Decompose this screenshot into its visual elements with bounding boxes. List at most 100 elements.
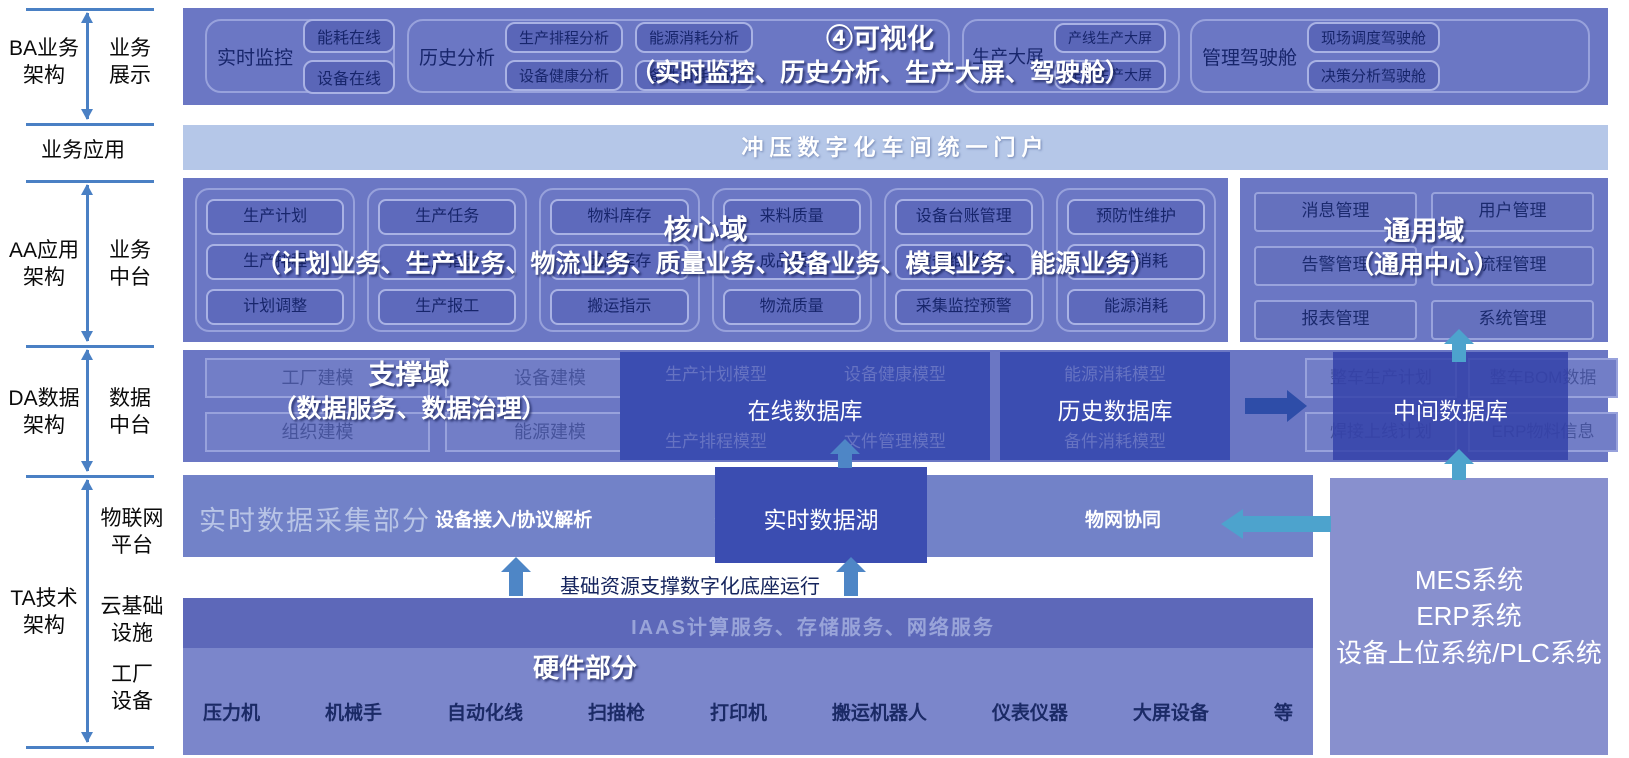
- core-item: 生产计划: [206, 199, 344, 235]
- hardware-item: 打印机: [710, 698, 767, 725]
- core-item: 采集监控预警: [895, 289, 1033, 325]
- unified-portal-bar: 冲压数字化车间统一门户: [183, 125, 1608, 170]
- core-item: 搬运指示: [550, 289, 688, 325]
- model-box-factory: 工厂建模: [205, 358, 430, 398]
- realtime-data-lake-box: 实时数据湖: [715, 467, 927, 563]
- core-column-logistics: 物料库存 成品库存 搬运指示: [539, 188, 699, 332]
- core-column-quality: 来料质量 成品质量 物流质量: [712, 188, 872, 332]
- rail-label-business-app: 业务应用: [8, 138, 158, 165]
- rail-divider: [26, 123, 154, 126]
- hardware-item: 仪表仪器: [992, 698, 1068, 725]
- rail-sublabel-factory-equipment: 工厂 设备: [98, 662, 166, 716]
- hardware-item: 搬运机器人: [832, 698, 927, 725]
- hardware-item: 压力机: [203, 698, 260, 725]
- rail-label-aa: AA应用 架构: [4, 238, 84, 292]
- viz-group-management-cockpit: 管理驾驶舱 现场调度驾驶舱 决策分析驾驶舱: [1190, 19, 1590, 93]
- viz-item: 车间生产大屏: [1054, 60, 1166, 90]
- core-item: 生产指示: [378, 244, 516, 280]
- infrastructure-panel: IAAS计算服务、存储服务、网络服务 压力机 机械手 自动化线 扫描枪 打印机 …: [183, 598, 1313, 755]
- up-arrow-icon: [838, 454, 852, 468]
- common-domain-panel: 消息管理 用户管理 告警管理 流程管理 报表管理 系统管理: [1240, 178, 1608, 342]
- rail-arrow-ta: [86, 480, 89, 742]
- ghost-model-equipment-health: 设备健康模型: [812, 360, 978, 385]
- core-item: 成品库存: [550, 244, 688, 280]
- history-database-label: 历史数据库: [1000, 392, 1230, 426]
- architecture-diagram: BA业务 架构 业务 展示 业务应用 AA应用 架构 业务 中台 DA数据 架构…: [0, 0, 1629, 758]
- common-item: 用户管理: [1431, 192, 1594, 232]
- model-box-organization: 组织建模: [205, 412, 430, 452]
- up-arrow-icon: [1452, 464, 1466, 480]
- common-item: 消息管理: [1254, 192, 1417, 232]
- common-item: 报表管理: [1254, 300, 1417, 340]
- device-access-label: 设备接入/协议解析: [435, 505, 592, 532]
- core-column-maintenance-energy: 预防性维护 备件消耗 能源消耗: [1056, 188, 1216, 332]
- foundation-caption: 基础资源支撑数字化底座运行: [545, 570, 835, 599]
- common-item: 流程管理: [1431, 246, 1594, 286]
- rail-sublabel-data-middle: 数据 中台: [98, 386, 162, 440]
- hardware-item: 机械手: [325, 698, 382, 725]
- core-item: 成品质量: [723, 244, 861, 280]
- core-column-production: 生产任务 生产指示 生产报工: [367, 188, 527, 332]
- viz-item: 能耗在线: [303, 19, 395, 53]
- data-collection-bar: 实时数据采集部分 设备接入/协议解析 物模型引擎 实时数据湖 物网协同: [183, 475, 1313, 557]
- rail-label-ta: TA技术 架构: [2, 586, 86, 640]
- middle-database-box: 中间数据库: [1333, 352, 1568, 460]
- viz-group-label: 实时监控: [217, 43, 293, 70]
- hardware-item: 自动化线: [447, 698, 523, 725]
- core-item: 物流质量: [723, 289, 861, 325]
- core-item: 备件消耗: [1067, 244, 1205, 280]
- viz-group-label: 生产大屏: [972, 43, 1044, 69]
- core-item: 设备台账管理: [895, 199, 1033, 235]
- visualization-layer: 实时监控 能耗在线 设备在线 历史分析 生产排程分析 能源消耗分析 设备健康分析…: [183, 8, 1608, 105]
- ghost-model-energy-consumption: 能源消耗模型: [1020, 360, 1210, 385]
- support-domain-panel: 工厂建模 组织建模 设备建模 能源建模 生产计划模型 生产排程模型 设备健康模型…: [183, 350, 1608, 462]
- rail-divider: [26, 475, 154, 478]
- up-arrow-icon: [844, 572, 858, 596]
- hardware-item: 大屏设备: [1133, 698, 1209, 725]
- core-item: 生产报工: [378, 289, 516, 325]
- viz-group-production-bigscreen: 生产大屏 产线生产大屏 车间生产大屏: [962, 19, 1180, 93]
- rail-sublabel-cloud-infra: 云基础 设施: [94, 594, 170, 648]
- realtime-data-lake-label: 实时数据湖: [715, 501, 927, 535]
- viz-item: 现场调度驾驶舱: [1307, 22, 1440, 53]
- core-domain-panel: 生产计划 生产排程 计划调整 生产任务 生产指示 生产报工 物料库存 成品库存 …: [183, 178, 1228, 342]
- core-item: 设备维修维护: [895, 244, 1033, 280]
- rail-divider: [26, 8, 154, 11]
- rail-divider: [26, 746, 154, 749]
- rail-divider: [26, 180, 154, 183]
- viz-group-history-analysis: 历史分析 生产排程分析 能源消耗分析 设备健康分析 备件消耗分析: [407, 19, 950, 93]
- viz-item: 备件消耗分析: [635, 60, 753, 91]
- db-flow-arrow-icon: [1245, 398, 1287, 414]
- up-arrow-icon: [509, 572, 523, 596]
- online-database-box: 生产计划模型 生产排程模型 设备健康模型 文件管理模型 在线数据库: [620, 352, 990, 460]
- rail-arrow-da: [86, 350, 89, 471]
- viz-group-label: 历史分析: [419, 43, 495, 70]
- core-item: 生产任务: [378, 199, 516, 235]
- viz-group-label: 管理驾驶舱: [1202, 43, 1297, 70]
- rail-divider: [26, 345, 154, 348]
- rail-arrow-ba: [86, 13, 89, 119]
- rail-label-ba: BA业务 架构: [4, 36, 84, 90]
- history-database-box: 能源消耗模型 备件消耗模型 历史数据库: [1000, 352, 1230, 460]
- common-item: 告警管理: [1254, 246, 1417, 286]
- core-item: 生产排程: [206, 244, 344, 280]
- rail-sublabel-business-middle: 业务 中台: [98, 238, 162, 292]
- core-item: 能源消耗: [1067, 289, 1205, 325]
- ghost-model-spare-consumption: 备件消耗模型: [1020, 427, 1210, 452]
- core-item: 物料库存: [550, 199, 688, 235]
- core-column-plan: 生产计划 生产排程 计划调整: [195, 188, 355, 332]
- core-item: 预防性维护: [1067, 199, 1205, 235]
- iaas-services-label: IAAS计算服务、存储服务、网络服务: [513, 611, 1113, 640]
- viz-item: 生产排程分析: [505, 22, 623, 53]
- rail-label-da: DA数据 架构: [2, 386, 86, 440]
- ghost-model-production-plan: 生产计划模型: [632, 360, 800, 385]
- rail-sublabel-iot-platform: 物联网 平台: [94, 506, 170, 560]
- hardware-items-row: 压力机 机械手 自动化线 扫描枪 打印机 搬运机器人 仪表仪器 大屏设备 等: [203, 698, 1293, 725]
- hardware-item: 等: [1274, 698, 1293, 725]
- external-systems-box: MES系统 ERP系统 设备上位系统/PLC系统: [1330, 478, 1608, 755]
- hardware-item: 扫描枪: [588, 698, 645, 725]
- core-item: 计划调整: [206, 289, 344, 325]
- middle-database-label: 中间数据库: [1333, 392, 1568, 426]
- left-arrow-icon: [1243, 516, 1331, 532]
- online-database-label: 在线数据库: [620, 392, 990, 426]
